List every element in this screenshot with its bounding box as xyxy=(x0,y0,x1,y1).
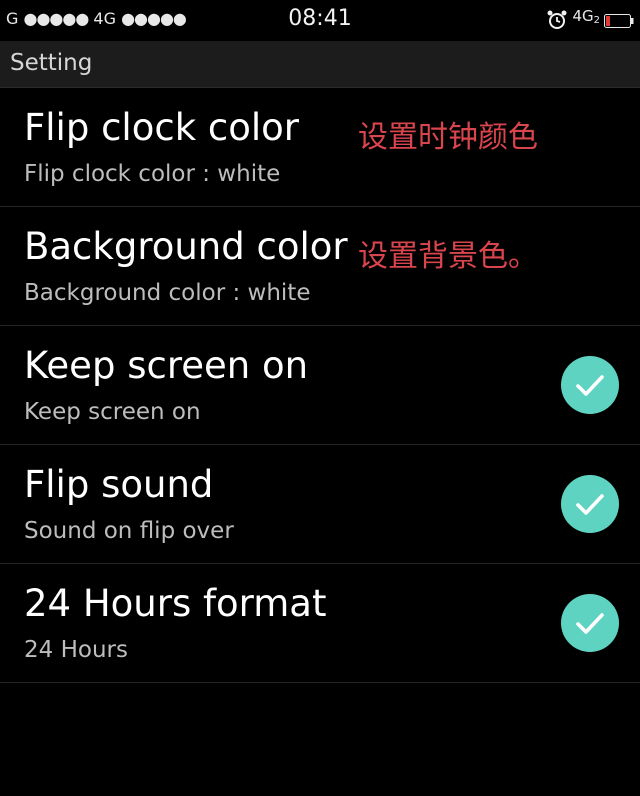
setting-flip-clock-color[interactable]: Flip clock color 设置时钟颜色 Flip clock color… xyxy=(0,88,640,207)
checkbox-checked-icon[interactable] xyxy=(561,475,619,533)
setting-subtitle: Background color : white xyxy=(24,280,311,306)
status-time: 08:41 xyxy=(288,6,352,31)
setting-subtitle: Sound on flip over xyxy=(24,518,234,544)
network-type-2: 4G2 xyxy=(572,7,600,26)
checkbox-checked-icon[interactable] xyxy=(561,594,619,652)
setting-title: Flip sound xyxy=(24,463,214,506)
annotation-text: 设置时钟颜色 xyxy=(358,120,538,155)
status-bar: G ●●●●● 4G ●●●●● 08:41 4G2 xyxy=(0,0,640,40)
setting-title: 24 Hours format xyxy=(24,582,327,625)
setting-24-hours-format[interactable]: 24 Hours format 24 Hours xyxy=(0,564,640,683)
page-title: Setting xyxy=(10,50,93,76)
setting-title: Flip clock color xyxy=(24,106,299,149)
setting-title: Background color xyxy=(24,225,348,268)
status-icons: 4G2 xyxy=(546,7,634,33)
setting-keep-screen-on[interactable]: Keep screen on Keep screen on xyxy=(0,326,640,445)
annotation-text: 设置背景色。 xyxy=(358,239,538,274)
checkbox-checked-icon[interactable] xyxy=(561,356,619,414)
battery-low-icon xyxy=(604,13,634,28)
setting-subtitle: Keep screen on xyxy=(24,399,201,425)
alarm-clock-icon xyxy=(546,9,568,31)
setting-flip-sound[interactable]: Flip sound Sound on flip over xyxy=(0,445,640,564)
settings-list: Flip clock color 设置时钟颜色 Flip clock color… xyxy=(0,88,640,683)
setting-title: Keep screen on xyxy=(24,344,309,387)
setting-subtitle: 24 Hours xyxy=(24,637,128,663)
app-header: Setting xyxy=(0,41,640,88)
setting-subtitle: Flip clock color : white xyxy=(24,161,281,187)
setting-background-color[interactable]: Background color 设置背景色。 Background color… xyxy=(0,207,640,326)
